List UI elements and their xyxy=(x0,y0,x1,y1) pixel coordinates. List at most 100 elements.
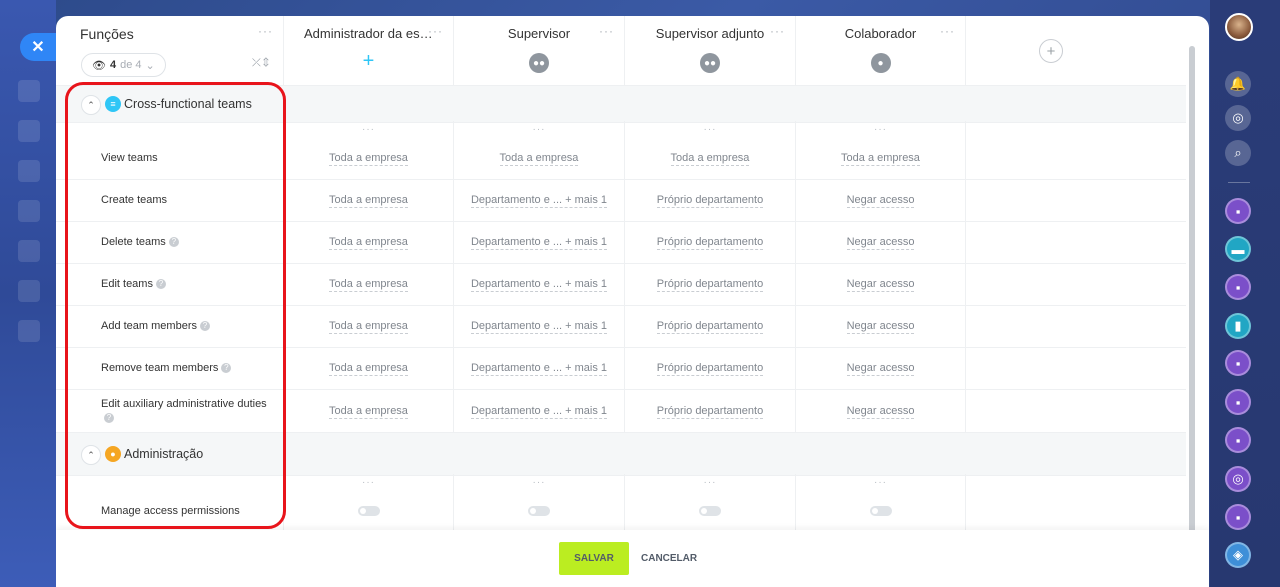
more-dots-icon[interactable]: ··· xyxy=(599,24,614,38)
help-icon[interactable]: ? xyxy=(221,363,232,374)
column-header: Administrador da estru... ··· + xyxy=(284,16,454,85)
permission-value[interactable]: Toda a empresa xyxy=(796,152,965,166)
close-slider-button[interactable]: ✕ xyxy=(20,33,56,61)
eye-icon: 👁 xyxy=(92,59,106,72)
app-icon[interactable]: ◈ xyxy=(1225,542,1251,568)
permission-value[interactable]: Toda a empresa xyxy=(454,152,624,166)
permission-value[interactable]: Próprio departamento xyxy=(625,194,795,208)
chevron-up-icon[interactable]: ⌃ xyxy=(81,445,101,465)
channel-icon[interactable]: ▪ xyxy=(1225,504,1251,530)
group-icon[interactable]: ●● xyxy=(700,53,720,73)
more-dots-icon[interactable]: ··· xyxy=(428,24,443,38)
close-icon: ✕ xyxy=(31,39,45,56)
channel-icon[interactable]: ▪ xyxy=(1225,274,1251,300)
more-dots-icon[interactable]: ··· xyxy=(625,477,795,488)
help-icon[interactable]: ? xyxy=(199,321,210,332)
section-title: Cross-functional teams xyxy=(124,97,252,111)
permission-label: Manage access permissions xyxy=(101,505,240,517)
chat-icon[interactable]: ▬ xyxy=(1225,236,1251,262)
section-header[interactable]: ⌃ ● Administração xyxy=(56,432,1186,476)
more-dots-icon[interactable]: ··· xyxy=(940,24,955,38)
more-dots-icon[interactable]: ··· xyxy=(284,477,453,488)
add-column-cell: + xyxy=(966,16,1186,85)
more-dots-icon[interactable]: ··· xyxy=(796,124,965,135)
permission-row: Edit teams? Toda a empresa Departamento … xyxy=(56,263,1186,306)
permission-toggle[interactable] xyxy=(869,506,892,516)
collapse-expand-icon[interactable]: ⤫⇕ xyxy=(252,57,271,70)
permission-value[interactable]: Negar acesso xyxy=(796,362,965,376)
more-dots-icon[interactable]: ··· xyxy=(258,24,273,38)
permission-value[interactable]: Negar acesso xyxy=(796,320,965,334)
channel-icon[interactable]: ▪ xyxy=(1225,198,1251,224)
user-avatar[interactable] xyxy=(1225,13,1253,41)
section-header[interactable]: ⌃ ≡ Cross-functional teams xyxy=(56,85,1186,123)
background-ghost xyxy=(18,280,40,302)
channel-icon[interactable]: ▪ xyxy=(1225,350,1251,376)
permission-value[interactable]: Próprio departamento xyxy=(625,320,795,334)
background-ghost xyxy=(18,80,40,102)
chevron-up-icon[interactable]: ⌃ xyxy=(81,95,101,115)
more-dots-icon[interactable]: ··· xyxy=(625,124,795,135)
channel-icon[interactable]: ▪ xyxy=(1225,389,1251,415)
bell-icon[interactable]: 🔔 xyxy=(1225,71,1251,97)
permission-value[interactable]: Toda a empresa xyxy=(284,278,453,292)
permission-value[interactable]: Toda a empresa xyxy=(284,362,453,376)
help-icon[interactable]: ? xyxy=(104,412,114,423)
permission-value[interactable]: Próprio departamento xyxy=(625,236,795,250)
permission-value[interactable]: Departamento e ... + mais 1 xyxy=(454,362,624,376)
permission-value[interactable]: Negar acesso xyxy=(796,236,965,250)
spiral-icon[interactable]: ◎ xyxy=(1225,105,1251,131)
more-dots-icon[interactable]: ··· xyxy=(454,477,624,488)
permission-row: Create teams Toda a empresa Departamento… xyxy=(56,179,1186,222)
background-left-strip xyxy=(0,0,56,587)
cancel-button[interactable]: CANCELAR xyxy=(641,542,697,575)
permission-value[interactable]: Toda a empresa xyxy=(625,152,795,166)
user-icon[interactable]: ● xyxy=(870,53,891,73)
admin-icon: ● xyxy=(105,446,121,462)
permission-value[interactable]: Negar acesso xyxy=(796,194,965,208)
permission-value[interactable]: Negar acesso xyxy=(796,278,965,292)
channel-icon[interactable]: ◎ xyxy=(1225,466,1251,492)
permission-value[interactable]: Toda a empresa xyxy=(284,236,453,250)
permission-value[interactable]: Departamento e ... + mais 1 xyxy=(454,236,624,250)
more-dots-icon[interactable]: ··· xyxy=(454,124,624,135)
section-title: Administração xyxy=(124,447,204,461)
permission-value[interactable]: Próprio departamento xyxy=(625,404,795,419)
help-icon[interactable]: ? xyxy=(155,279,166,290)
group-icon[interactable]: ●● xyxy=(529,53,549,73)
more-dots-icon[interactable]: ··· xyxy=(284,124,453,135)
permission-label: Create teams xyxy=(101,194,168,206)
permission-value[interactable]: Departamento e ... + mais 1 xyxy=(454,320,624,334)
bookmark-icon[interactable]: ▮ xyxy=(1225,313,1251,339)
scrollbar-thumb[interactable] xyxy=(1189,46,1195,546)
add-role-button[interactable]: + xyxy=(1039,39,1063,63)
permission-toggle[interactable] xyxy=(528,506,550,516)
help-icon[interactable]: ? xyxy=(168,237,179,248)
permission-value[interactable]: Negar acesso xyxy=(796,404,965,419)
permission-toggle[interactable] xyxy=(699,506,721,516)
plus-icon[interactable]: + xyxy=(360,51,378,71)
background-ghost xyxy=(18,160,40,182)
permission-toggle[interactable] xyxy=(357,506,380,516)
more-dots-icon[interactable]: ··· xyxy=(796,477,965,488)
footer-bar: SALVAR CANCELAR xyxy=(56,530,1209,587)
search-chat-icon[interactable]: ⌕ xyxy=(1225,140,1251,166)
rail-divider xyxy=(1228,182,1250,183)
more-dots-icon[interactable]: ··· xyxy=(770,24,785,38)
permission-label: Remove team members? xyxy=(101,361,271,375)
permission-row: Edit auxiliary administrative duties? To… xyxy=(56,389,1186,433)
filter-total: de 4 xyxy=(120,59,142,71)
permission-value[interactable]: Próprio departamento xyxy=(625,362,795,376)
role-filter[interactable]: 👁 4 de 4 ⌄ xyxy=(81,53,166,77)
permission-value[interactable]: Toda a empresa xyxy=(284,152,453,166)
channel-icon[interactable]: ▪ xyxy=(1225,427,1251,453)
permission-value[interactable]: Toda a empresa xyxy=(284,320,453,334)
permission-value[interactable]: Toda a empresa xyxy=(284,404,453,419)
permission-value[interactable]: Departamento e ... + mais 1 xyxy=(454,194,624,208)
permission-value[interactable]: Próprio departamento xyxy=(625,278,795,292)
permission-value[interactable]: Departamento e ... + mais 1 xyxy=(454,278,624,292)
permission-row: View teams Toda a empresa Toda a empresa… xyxy=(56,137,1186,180)
permission-value[interactable]: Toda a empresa xyxy=(284,194,453,208)
save-button[interactable]: SALVAR xyxy=(559,542,629,575)
permission-value[interactable]: Departamento e ... + mais 1 xyxy=(454,404,624,419)
